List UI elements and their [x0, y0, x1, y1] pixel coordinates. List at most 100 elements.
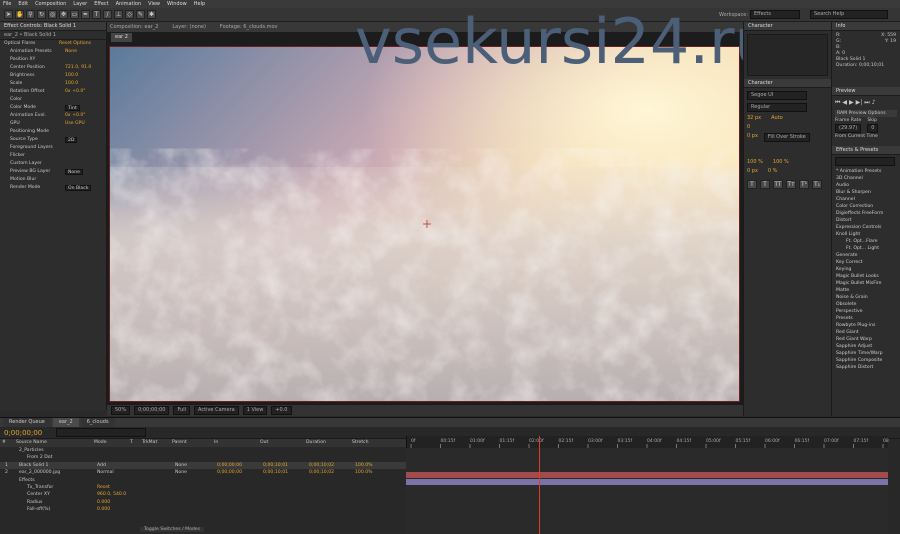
effect-property-row[interactable]: Motion Blur — [0, 176, 106, 184]
effects-category-item[interactable]: Presets — [832, 315, 900, 322]
skip-select[interactable]: 0 — [867, 124, 879, 133]
layer-cell-name[interactable]: Black Solid 1 — [17, 462, 95, 469]
tracking-value[interactable]: 0 — [747, 124, 750, 130]
menu-item-animation[interactable]: Animation — [116, 1, 142, 7]
composition-tab[interactable]: Layer: (none) — [172, 24, 206, 30]
table-row[interactable]: From 2 Dot — [0, 454, 406, 461]
effect-property-value[interactable]: 100.0 — [65, 72, 78, 80]
effects-category-item[interactable]: Ft. Opt...Flare — [832, 238, 900, 245]
menu-item-composition[interactable]: Composition — [35, 1, 66, 7]
layer-cell-name[interactable]: ear_2_000000.jpg — [17, 469, 95, 476]
table-row[interactable]: Tx_Transfor Reset — [0, 484, 406, 491]
view-tab[interactable]: ear 2 — [111, 33, 132, 42]
font-family-select[interactable]: Segoe UI — [747, 91, 807, 100]
text-tool-icon[interactable]: T — [92, 10, 101, 19]
tsume-value[interactable]: 0 % — [768, 168, 778, 174]
effect-property-row[interactable]: Animation Presets None — [0, 48, 106, 56]
font-style-select[interactable]: Regular — [747, 103, 807, 112]
effect-property-row[interactable]: Position XY — [0, 56, 106, 64]
from-current-time-checkbox[interactable]: From Current Time — [835, 133, 897, 140]
menu-item-view[interactable]: View — [148, 1, 160, 7]
effects-category-item[interactable]: Color Correction — [832, 203, 900, 210]
table-row[interactable]: 2 ear_2_000000.jpg Normal None 0;00;00;00 0;0… — [0, 469, 406, 476]
pan-behind-tool-icon[interactable]: ✥ — [59, 10, 68, 19]
rectangle-tool-icon[interactable]: ▭ — [70, 10, 79, 19]
timeline-tab[interactable]: 6_clouds — [80, 418, 115, 427]
table-row[interactable]: 1 Black Solid 1 Add None 0;00;00;00 0;00;10;0… — [0, 461, 406, 470]
effects-category-item[interactable]: Sapphire Distort — [832, 364, 900, 371]
layer-cell-name[interactable]: Effects — [17, 477, 95, 484]
viewer-control[interactable]: Full — [173, 406, 191, 415]
effects-search-input[interactable] — [835, 157, 895, 166]
effects-category-item[interactable]: Matte — [832, 287, 900, 294]
viewer-control[interactable]: Active Camera — [194, 406, 239, 415]
camera-tool-icon[interactable]: ◎ — [48, 10, 57, 19]
effects-category-item[interactable]: Expression Controls — [832, 224, 900, 231]
next-frame-icon[interactable]: ▶| — [856, 99, 863, 107]
menu-item-help[interactable]: Help — [194, 1, 205, 7]
viewer-control[interactable]: 1 View — [242, 406, 268, 415]
menu-item-effect[interactable]: Effect — [94, 1, 108, 7]
menu-item-layer[interactable]: Layer — [73, 1, 87, 7]
layer-cell-name[interactable]: Center XY — [17, 491, 95, 498]
effects-category-item[interactable]: Perspective — [832, 308, 900, 315]
search-help-input[interactable]: Search Help — [810, 10, 888, 19]
toggle-switches-modes[interactable]: Toggle Switches / Modes — [140, 527, 205, 532]
timeline-tab[interactable]: Render Queue — [3, 418, 51, 427]
stroke-mode-select[interactable]: Fill Over Stroke — [763, 133, 810, 142]
effect-property-value[interactable]: 0x +0.0° — [65, 112, 86, 120]
effect-property-row[interactable]: Color — [0, 96, 106, 104]
play-icon[interactable]: ▶ — [849, 99, 854, 107]
frame-rate-select[interactable]: (29.97) — [835, 124, 862, 133]
text-format-button[interactable]: T₁ — [812, 180, 822, 189]
character-subtab[interactable]: Character — [744, 79, 831, 88]
effects-category-item[interactable]: Ft. Opt... Light — [832, 245, 900, 252]
effect-property-value[interactable]: 100.0 — [65, 80, 78, 88]
effect-property-row[interactable]: Rotation Offset 0x +0.0° — [0, 88, 106, 96]
hand-tool-icon[interactable]: ✋ — [15, 10, 24, 19]
preview-tab[interactable]: Preview — [832, 87, 900, 96]
timeline-search-input[interactable] — [56, 428, 147, 437]
table-row[interactable]: Effects — [0, 477, 406, 484]
table-row[interactable]: Fall-off(%) 0.000 — [0, 506, 406, 513]
effects-category-item[interactable]: Sapphire Composite — [832, 357, 900, 364]
effects-category-item[interactable]: Distort — [832, 217, 900, 224]
eraser-tool-icon[interactable]: ◇ — [125, 10, 134, 19]
text-format-button[interactable]: Tт — [786, 180, 796, 189]
effects-category-item[interactable]: Sapphire Time/Warp — [832, 350, 900, 357]
effect-property-row[interactable]: Preview BG Layer None — [0, 168, 106, 176]
playhead[interactable] — [539, 436, 540, 534]
effects-presets-tab[interactable]: Effects & Presets — [832, 146, 900, 155]
audio-icon[interactable]: ♪ — [872, 99, 876, 107]
stroke-width-value[interactable]: 0 px — [747, 133, 758, 142]
zoom-tool-icon[interactable]: ⚲ — [26, 10, 35, 19]
effects-category-item[interactable]: Obsolete — [832, 301, 900, 308]
composition-tab[interactable]: Footage: 6_clouds.mov — [220, 24, 278, 30]
effects-category-item[interactable]: Red Giant — [832, 329, 900, 336]
effects-category-item[interactable]: * Animation Presets — [832, 168, 900, 175]
effects-category-item[interactable]: Noise & Grain — [832, 294, 900, 301]
layer-cell-name[interactable]: From 2 Dot — [17, 454, 95, 461]
effect-property-row[interactable]: Brightness 100.0 — [0, 72, 106, 80]
effects-category-item[interactable]: Knoll Light — [832, 231, 900, 238]
effects-category-item[interactable]: Red Giant Warp — [832, 336, 900, 343]
text-format-button[interactable]: T — [760, 180, 770, 189]
menu-item-file[interactable]: File — [3, 1, 11, 7]
effects-category-item[interactable]: Blur & Sharpen — [832, 189, 900, 196]
leading-value[interactable]: Auto — [771, 115, 783, 121]
menu-item-edit[interactable]: Edit — [18, 1, 28, 7]
time-ruler[interactable]: 0f 00:15f 01:00f 01:15f 02:00f 02:15f 03:00f 03… — [406, 436, 898, 448]
character-tab[interactable]: Character — [744, 22, 831, 31]
effect-property-row[interactable]: Custom Layer — [0, 160, 106, 168]
layer-cell-name[interactable]: 2_Particles — [17, 447, 95, 454]
effect-property-row[interactable]: Optical Flares Reset Options — [0, 40, 106, 48]
ram-preview-options[interactable]: RAM Preview Options — [835, 110, 897, 117]
effect-property-row[interactable]: Flicker — [0, 152, 106, 160]
composition-frame[interactable] — [109, 46, 740, 402]
effect-property-value[interactable]: 721.0, 91.0 — [65, 64, 91, 72]
pen-tool-icon[interactable]: ✒ — [81, 10, 90, 19]
stamp-tool-icon[interactable]: ⊥ — [114, 10, 123, 19]
effect-property-value[interactable]: 0x +0.0° — [65, 88, 86, 96]
menu-item-window[interactable]: Window — [167, 1, 187, 7]
text-format-button[interactable]: TT — [773, 180, 783, 189]
